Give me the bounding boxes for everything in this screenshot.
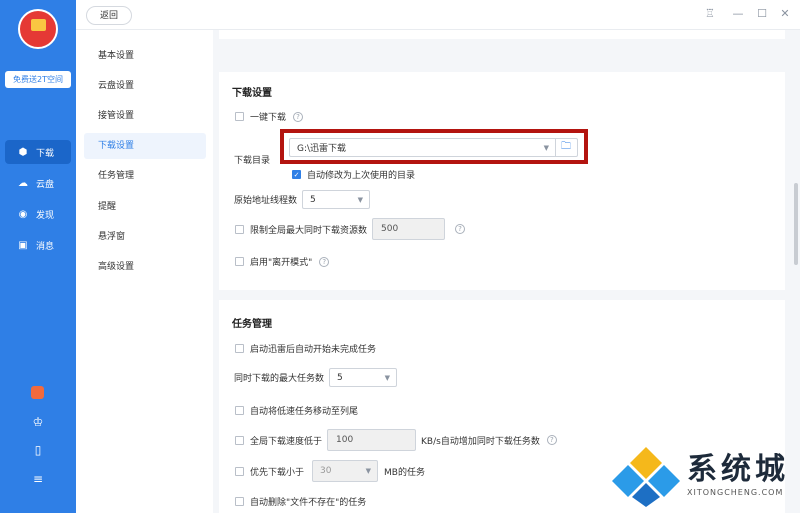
watermark-subtitle: XITONGCHENG.COM [687, 488, 784, 497]
download-settings-card: 下载设置 一键下载 ? 下载目录 G:\迅雷下载 ▼ 🗀 ✓ 自动修改为上次使用… [219, 72, 785, 290]
settings-item-download[interactable]: 下载设置 [84, 133, 206, 159]
threads-select[interactable]: 5 ▼ [302, 190, 371, 209]
left-sidebar: 免费送2T空间 ⬢ 下载 ☁ 云盘 ◉ 发现 ▣ 消息 ♔ ▯ ≡ [0, 0, 76, 513]
message-icon: ▣ [18, 239, 28, 251]
offline-mode-row[interactable]: 启用"离开模式" ? [235, 255, 330, 268]
limit-global-input[interactable]: 500 [372, 218, 446, 240]
settings-item-cloud[interactable]: 云盘设置 [84, 73, 206, 99]
skin-icon[interactable]: ♖ [703, 7, 717, 21]
auto-delete-row[interactable]: 自动删除"文件不存在"的任务 [235, 495, 366, 508]
mobile-icon[interactable]: ▯ [30, 442, 46, 458]
help-icon[interactable]: ? [546, 435, 557, 445]
watermark-logo-icon [612, 447, 680, 507]
scrollbar[interactable] [794, 183, 798, 265]
auto-start-row[interactable]: 启动迅雷后自动开始未完成任务 [235, 342, 376, 355]
settings-item-takeover[interactable]: 接管设置 [84, 103, 206, 129]
nav-item-cloud[interactable]: ☁ 云盘 [5, 171, 71, 195]
back-button[interactable]: 返回 [86, 6, 132, 25]
settings-item-reminder[interactable]: 提醒 [84, 194, 206, 220]
auto-change-dir-row[interactable]: ✓ 自动修改为上次使用的目录 [292, 168, 415, 181]
section-title-tasks: 任务管理 [232, 319, 272, 330]
max-tasks-row: 同时下载的最大任务数 5 ▼ [234, 368, 398, 387]
settings-nav: 基本设置 云盘设置 接管设置 下载设置 任务管理 提醒 悬浮窗 高级设置 [76, 30, 213, 513]
auto-delete-checkbox[interactable] [235, 497, 244, 506]
auto-change-dir-checkbox[interactable]: ✓ [292, 170, 301, 179]
move-slow-checkbox[interactable] [235, 406, 244, 415]
priority-small-row: 优先下载小于 30 ▼ MB的任务 [235, 460, 425, 482]
max-tasks-label: 同时下载的最大任务数 [234, 374, 325, 384]
one-click-download-row[interactable]: 一键下载 ? [235, 110, 304, 123]
help-icon[interactable]: ? [293, 111, 304, 122]
download-dir-label: 下载目录 [234, 155, 271, 166]
menu-icon[interactable]: ≡ [30, 471, 46, 487]
limit-global-checkbox[interactable] [235, 224, 244, 234]
top-bar: 返回 ♖ — ☐ ✕ [76, 0, 800, 30]
help-icon[interactable]: ? [455, 224, 466, 234]
auto-start-checkbox[interactable] [235, 344, 244, 353]
speed-below-row: 全局下载速度低于 100 KB/s自动增加同时下载任务数 ? [235, 429, 557, 451]
maximize-icon[interactable]: ☐ [755, 7, 769, 21]
promo-badge[interactable]: 免费送2T空间 [5, 71, 71, 88]
folder-icon[interactable]: 🗀 [561, 139, 571, 156]
settings-item-advanced[interactable]: 高级设置 [84, 254, 206, 280]
chevron-down-icon: ▼ [357, 195, 364, 204]
download-icon: ⬢ [18, 146, 28, 158]
priority-small-select[interactable]: 30 ▼ [312, 460, 379, 482]
settings-item-float[interactable]: 悬浮窗 [84, 224, 206, 250]
limit-global-row: 限制全局最大同时下载资源数 500 ? [235, 218, 466, 240]
priority-small-checkbox[interactable] [235, 466, 244, 476]
settings-item-tasks[interactable]: 任务管理 [84, 163, 206, 189]
download-dir-input[interactable]: G:\迅雷下载 ▼ 🗀 [289, 138, 579, 157]
chevron-down-icon[interactable]: ▼ [544, 144, 549, 152]
watermark: 系统城 XITONGCHENG.COM [607, 440, 800, 513]
avatar[interactable] [18, 9, 58, 49]
chevron-down-icon: ▼ [365, 467, 372, 475]
offline-mode-checkbox[interactable] [235, 257, 244, 266]
close-icon[interactable]: ✕ [778, 7, 792, 21]
minimize-icon[interactable]: — [731, 7, 745, 21]
previous-section-card [219, 30, 785, 39]
section-title-download: 下载设置 [232, 88, 272, 99]
chevron-down-icon: ▼ [384, 373, 391, 382]
speed-below-input[interactable]: 100 [327, 429, 417, 451]
nav-item-download[interactable]: ⬢ 下载 [5, 140, 71, 164]
threads-row: 原始地址线程数 5 ▼ [234, 190, 371, 209]
red-packet-icon[interactable] [31, 386, 44, 399]
gift-icon [31, 19, 46, 31]
discover-icon: ◉ [18, 208, 28, 220]
cloud-icon: ☁ [18, 177, 28, 189]
threads-label: 原始地址线程数 [234, 196, 298, 206]
speed-below-checkbox[interactable] [235, 435, 244, 445]
help-icon[interactable]: ? [319, 256, 330, 267]
max-tasks-select[interactable]: 5 ▼ [329, 368, 398, 387]
crown-icon[interactable]: ♔ [30, 414, 46, 430]
nav-item-discover[interactable]: ◉ 发现 [5, 202, 71, 226]
settings-item-basic[interactable]: 基本设置 [84, 43, 206, 69]
one-click-checkbox[interactable] [235, 112, 244, 121]
move-slow-row[interactable]: 自动将低速任务移动至列尾 [235, 404, 358, 417]
nav-item-message[interactable]: ▣ 消息 [5, 233, 71, 257]
watermark-title: 系统城 [687, 452, 789, 487]
